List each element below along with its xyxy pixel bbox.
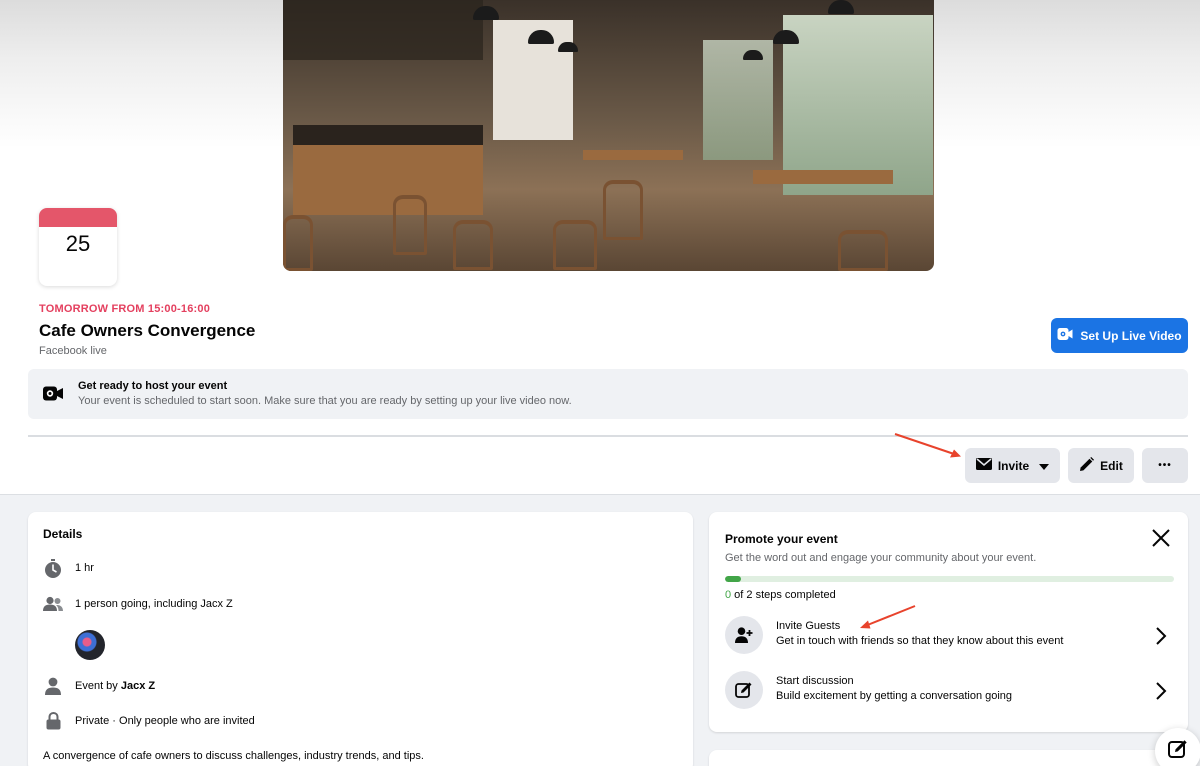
event-by-prefix: Event by — [75, 680, 121, 692]
pencil-icon — [1079, 456, 1095, 475]
calendar-header — [39, 208, 117, 227]
duration-row: 1 hr — [43, 558, 94, 578]
cover-photo — [283, 0, 934, 271]
stopwatch-icon — [43, 558, 63, 578]
video-camera-icon — [42, 385, 64, 407]
chevron-right-icon — [1155, 626, 1167, 651]
secondary-card — [709, 750, 1188, 766]
invite-label: Invite — [997, 458, 1030, 473]
set-up-live-video-button[interactable]: Set Up Live Video — [1051, 318, 1188, 353]
more-options-button[interactable]: ••• — [1142, 448, 1188, 483]
header-divider — [28, 435, 1188, 437]
edit-button[interactable]: Edit — [1068, 448, 1134, 483]
set-up-live-video-label: Set Up Live Video — [1080, 328, 1182, 343]
task-title: Invite Guests — [776, 620, 841, 632]
calendar-badge: 25 — [39, 208, 117, 286]
edit-label: Edit — [1100, 458, 1123, 473]
details-card: Details 1 hr 1 person going, including J… — [28, 512, 693, 766]
duration-text: 1 hr — [75, 562, 94, 574]
going-text[interactable]: 1 person going, including Jacx Z — [75, 598, 233, 610]
progress-fill — [725, 576, 741, 582]
envelope-icon — [975, 458, 992, 473]
task-subtitle: Get in touch with friends so that they k… — [776, 635, 1064, 647]
new-message-button[interactable] — [1155, 728, 1200, 766]
promote-card: Promote your event Get the word out and … — [709, 512, 1188, 732]
going-row: 1 person going, including Jacx Z — [43, 594, 233, 614]
caret-down-icon — [1039, 459, 1050, 473]
host-row: Event by Jacx Z — [43, 676, 155, 696]
privacy-row: Private · Only people who are invited — [43, 711, 255, 731]
host-notice: Get ready to host your event Your event … — [28, 369, 1188, 419]
event-time: TOMORROW FROM 15:00-16:00 — [39, 303, 211, 315]
steps-completed: 0 of 2 steps completed — [725, 589, 836, 601]
promote-subtitle: Get the word out and engage your communi… — [725, 552, 1037, 564]
task-start-discussion[interactable]: Start discussion Build excitement by get… — [725, 669, 1174, 711]
notice-title: Get ready to host your event — [78, 380, 228, 392]
host-name-link[interactable]: Jacx Z — [121, 680, 155, 692]
promote-title: Promote your event — [725, 532, 838, 546]
compose-icon — [725, 671, 763, 709]
add-person-icon — [725, 616, 763, 654]
lock-icon — [43, 711, 63, 731]
privacy-text: Private · Only people who are invited — [75, 715, 255, 727]
chevron-right-icon — [1155, 681, 1167, 706]
calendar-day: 25 — [65, 231, 91, 256]
invite-button[interactable]: Invite — [965, 448, 1060, 483]
notice-text: Your event is scheduled to start soon. M… — [78, 395, 572, 407]
task-invite-guests[interactable]: Invite Guests Get in touch with friends … — [725, 614, 1174, 656]
promote-progress-bar — [725, 576, 1174, 582]
compose-icon — [1168, 739, 1188, 764]
task-title: Start discussion — [776, 675, 854, 687]
task-subtitle: Build excitement by getting a conversati… — [776, 690, 1013, 702]
event-title: Cafe Owners Convergence — [39, 321, 256, 340]
video-camera-icon — [1057, 327, 1073, 344]
details-title: Details — [43, 527, 83, 541]
event-description: A convergence of cafe owners to discuss … — [43, 750, 424, 762]
person-icon — [43, 676, 63, 696]
more-icon: ••• — [1158, 460, 1172, 471]
event-subtitle: Facebook live — [39, 345, 107, 357]
close-icon[interactable] — [1151, 528, 1171, 553]
guest-avatar[interactable] — [75, 630, 105, 660]
people-icon — [43, 594, 63, 614]
steps-text: of 2 steps completed — [731, 589, 836, 601]
event-header: 25 TOMORROW FROM 15:00-16:00 Cafe Owners… — [0, 0, 1200, 495]
